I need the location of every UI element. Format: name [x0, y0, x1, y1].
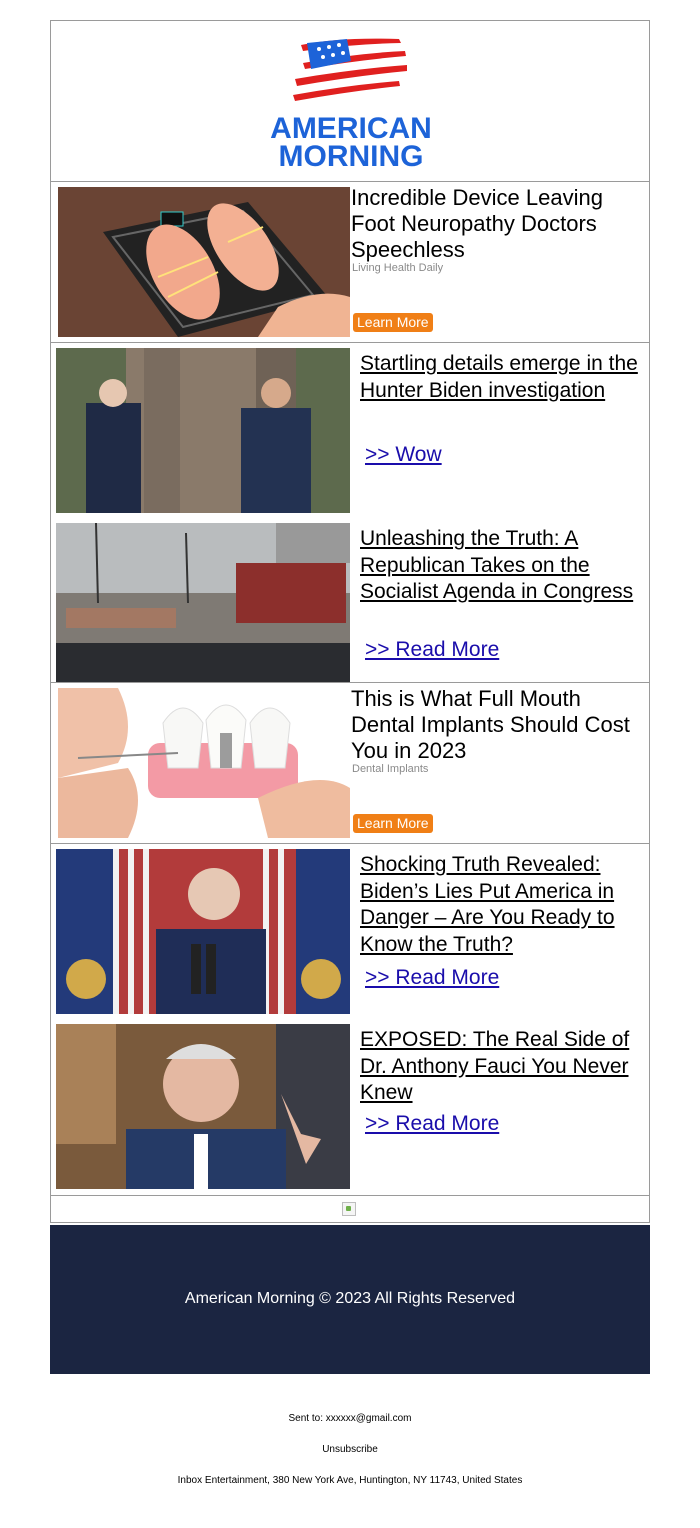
story-thumbnail[interactable] — [56, 348, 350, 513]
story-headline[interactable]: Startling details emerge in the Hunter B… — [360, 351, 645, 404]
image-placeholder-row — [50, 1195, 650, 1223]
learn-more-button[interactable]: Learn More — [353, 313, 433, 332]
ad-title[interactable]: Incredible Device Leaving Foot Neuropath… — [351, 185, 641, 263]
sent-to-text: Sent to: xxxxxx@gmail.com — [288, 1413, 412, 1424]
story-link[interactable]: >> Read More — [365, 966, 499, 990]
story-item[interactable]: EXPOSED: The Real Side of Dr. Anthony Fa… — [51, 1019, 649, 1194]
logo[interactable]: AMERICAN MORNING — [259, 31, 443, 173]
story-thumbnail[interactable] — [56, 523, 350, 688]
story-group: Startling details emerge in the Hunter B… — [50, 342, 650, 688]
unsubscribe-link[interactable]: Unsubscribe — [0, 1444, 700, 1455]
logo-line-2: MORNING — [278, 140, 424, 173]
header: AMERICAN MORNING — [50, 20, 650, 182]
story-thumbnail[interactable] — [56, 1024, 350, 1189]
ad-title[interactable]: This is What Full Mouth Dental Implants … — [351, 686, 641, 764]
broken-image-icon[interactable] — [342, 1202, 356, 1216]
email-container: AMERICAN MORNING Incredible Device Leavi… — [50, 20, 650, 1223]
story-link[interactable]: >> Wow — [365, 443, 442, 467]
story-headline[interactable]: EXPOSED: The Real Side of Dr. Anthony Fa… — [360, 1027, 645, 1107]
story-item[interactable]: Unleashing the Truth: A Republican Takes… — [51, 518, 649, 693]
ad-source: Dental Implants — [352, 763, 429, 775]
story-link[interactable]: >> Read More — [365, 638, 499, 662]
ad-thumbnail[interactable] — [58, 187, 350, 337]
story-item[interactable]: Shocking Truth Revealed: Biden’s Lies Pu… — [51, 844, 649, 1019]
story-group: Shocking Truth Revealed: Biden’s Lies Pu… — [50, 843, 650, 1196]
flag-brush-logo-icon — [293, 38, 407, 101]
story-headline[interactable]: Shocking Truth Revealed: Biden’s Lies Pu… — [360, 852, 645, 958]
story-thumbnail[interactable] — [56, 849, 350, 1014]
story-link[interactable]: >> Read More — [365, 1112, 499, 1136]
mailing-address: Inbox Entertainment, 380 New York Ave, H… — [177, 1475, 523, 1486]
ad-thumbnail[interactable] — [58, 688, 350, 838]
copyright-text: American Morning © 2023 All Rights Reser… — [184, 1290, 516, 1307]
sponsored-ad[interactable]: This is What Full Mouth Dental Implants … — [50, 682, 650, 844]
story-headline[interactable]: Unleashing the Truth: A Republican Takes… — [360, 526, 645, 606]
learn-more-button[interactable]: Learn More — [353, 814, 433, 833]
sponsored-ad[interactable]: Incredible Device Leaving Foot Neuropath… — [50, 181, 650, 343]
footer: American Morning © 2023 All Rights Reser… — [50, 1225, 650, 1374]
ad-source: Living Health Daily — [352, 262, 444, 274]
story-item[interactable]: Startling details emerge in the Hunter B… — [51, 343, 649, 518]
